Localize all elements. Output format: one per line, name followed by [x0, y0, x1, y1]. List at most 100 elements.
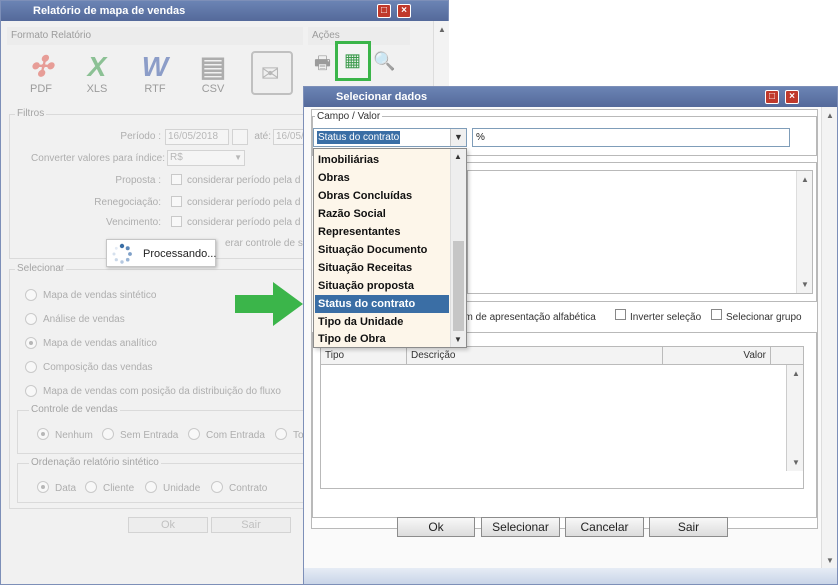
due-checkbox[interactable]: [171, 216, 182, 227]
scroll-down-icon[interactable]: ▼: [826, 556, 834, 565]
dropdown-item[interactable]: Tipo da Unidade: [315, 313, 449, 331]
dropdown-item[interactable]: Tipo de Obra: [315, 331, 449, 347]
currency-select[interactable]: R$ ▼: [167, 150, 245, 166]
dropdown-item[interactable]: Situação Receitas: [315, 259, 449, 277]
ordering-legend: Ordenação relatório sintético: [29, 457, 161, 468]
report-window-titlebar: Relatório de mapa de vendas □ ×: [1, 1, 448, 21]
report-type-label-2: Mapa de vendas analítico: [43, 338, 157, 349]
close-button[interactable]: ×: [397, 4, 411, 18]
sales-control-label-3: To: [293, 430, 304, 441]
email-format-button[interactable]: ✉: [251, 51, 293, 95]
select-data-titlebar: Selecionar dados □ ×: [304, 87, 837, 107]
sales-control-radio-2[interactable]: [188, 428, 200, 440]
envelope-icon: ✉: [261, 61, 280, 86]
ordering-label-2: Unidade: [163, 483, 201, 494]
dialog-close-button[interactable]: ×: [785, 90, 799, 104]
ordering-label-3: Contrato: [229, 483, 268, 494]
report-type-radio-4[interactable]: [25, 385, 37, 397]
value-input[interactable]: %: [472, 128, 790, 147]
csv-format-button[interactable]: ▤ CSV: [191, 51, 235, 95]
due-consider-label: considerar período pela d: [187, 217, 301, 228]
report-type-radio-0[interactable]: [25, 289, 37, 301]
chevron-down-icon[interactable]: ▼: [450, 129, 466, 146]
calendar-icon[interactable]: [232, 129, 248, 145]
ordering-radio-1[interactable]: [85, 481, 97, 493]
word-icon: W: [141, 51, 169, 82]
report-type-radio-1[interactable]: [25, 313, 37, 325]
scroll-up-icon[interactable]: ▲: [454, 152, 462, 161]
scroll-down-icon[interactable]: ▼: [792, 458, 800, 467]
grid-col-descricao[interactable]: Descrição: [407, 347, 663, 365]
dialog-ok-button[interactable]: Ok: [397, 517, 475, 537]
csv-label: CSV: [201, 83, 225, 95]
field-value-legend: Campo / Valor: [315, 111, 383, 122]
dialog-maximize-button[interactable]: □: [765, 90, 779, 104]
dropdown-item[interactable]: Imobiliárias: [315, 151, 449, 169]
grid-col-valor[interactable]: Valor: [663, 347, 771, 365]
dropdown-item[interactable]: Representantes: [315, 223, 449, 241]
scroll-up-icon[interactable]: ▲: [438, 25, 446, 34]
invert-selection-label: Inverter seleção: [630, 312, 702, 323]
scroll-up-icon[interactable]: ▲: [792, 369, 800, 378]
ordering-radio-2[interactable]: [145, 481, 157, 493]
period-start-input[interactable]: 16/05/2018: [165, 129, 229, 145]
sales-control-radio-0[interactable]: [37, 428, 49, 440]
report-exit-button[interactable]: Sair: [211, 517, 291, 533]
ordering-radio-0[interactable]: [37, 481, 49, 493]
processing-text: Processando...: [143, 248, 217, 260]
field-select[interactable]: Status do contrato ▼: [313, 128, 467, 147]
ordering-radio-3[interactable]: [211, 481, 223, 493]
dropdown-item[interactable]: Situação Documento: [315, 241, 449, 259]
select-group-checkbox[interactable]: [711, 309, 722, 320]
report-type-radio-3[interactable]: [25, 361, 37, 373]
select-legend: Selecionar: [15, 263, 67, 274]
dialog-select-button[interactable]: Selecionar: [481, 517, 560, 537]
scroll-down-icon[interactable]: ▼: [454, 335, 462, 344]
processing-indicator: Processando...: [106, 239, 216, 267]
partner-control-label: erar controle de sóc: [225, 238, 314, 249]
dropdown-scrollbar[interactable]: ▲ ▼: [450, 149, 466, 347]
dropdown-item-selected[interactable]: Status do contrato: [315, 295, 449, 313]
renegotiation-label: Renegociação:: [94, 197, 161, 208]
pdf-format-button[interactable]: ✣ PDF: [19, 51, 63, 95]
report-type-radio-2[interactable]: [25, 337, 37, 349]
dropdown-item[interactable]: Obras: [315, 169, 449, 187]
dropdown-scroll-thumb[interactable]: [453, 241, 464, 331]
dropdown-item[interactable]: Obras Concluídas: [315, 187, 449, 205]
currency-value: R$: [170, 152, 183, 163]
excel-export-action-button[interactable]: ▦: [335, 41, 371, 81]
dialog-exit-button[interactable]: Sair: [649, 517, 728, 537]
grid-scrollbar[interactable]: ▲ ▼: [786, 365, 803, 471]
rtf-format-button[interactable]: W RTF: [133, 51, 177, 95]
proposal-consider-label: considerar período pela d: [187, 175, 301, 186]
format-section-header: Formato Relatório: [7, 27, 303, 45]
select-group-label: Selecionar grupo: [726, 312, 802, 323]
dropdown-item[interactable]: Razão Social: [315, 205, 449, 223]
alphabetical-order-label: em de apresentação alfabética: [459, 312, 596, 323]
field-dropdown-list[interactable]: Imobiliárias Obras Obras Concluídas Razã…: [313, 148, 467, 348]
proposal-checkbox[interactable]: [171, 174, 182, 185]
maximize-button[interactable]: □: [377, 4, 391, 18]
scroll-up-icon[interactable]: ▲: [826, 111, 834, 120]
pdf-icon: ✣: [29, 51, 53, 82]
printer-icon[interactable]: 🖶: [314, 51, 331, 81]
report-type-label-4: Mapa de vendas com posição da distribuiç…: [43, 386, 281, 397]
filters-legend: Filtros: [15, 108, 47, 119]
values-grid[interactable]: Tipo Descrição Valor ▲ ▼: [320, 346, 804, 489]
renegotiation-checkbox[interactable]: [171, 196, 182, 207]
report-window-title: Relatório de mapa de vendas: [33, 5, 186, 17]
invert-selection-checkbox[interactable]: [615, 309, 626, 320]
report-ok-button[interactable]: Ok: [128, 517, 208, 533]
grid-col-tipo[interactable]: Tipo: [321, 347, 407, 365]
dropdown-item[interactable]: Situação proposta: [315, 277, 449, 295]
field-select-value: Status do contrato: [317, 131, 401, 144]
xls-format-button[interactable]: X XLS: [75, 51, 119, 95]
rtf-label: RTF: [144, 83, 166, 95]
sales-control-radio-3[interactable]: [275, 428, 287, 440]
preview-search-icon[interactable]: 🔍: [373, 51, 395, 72]
ordering-label-1: Cliente: [103, 483, 135, 494]
dialog-scrollbar[interactable]: ▲ ▼: [821, 107, 837, 569]
sales-control-radio-1[interactable]: [102, 428, 114, 440]
spinner-icon: [112, 243, 132, 264]
dialog-cancel-button[interactable]: Cancelar: [565, 517, 644, 537]
